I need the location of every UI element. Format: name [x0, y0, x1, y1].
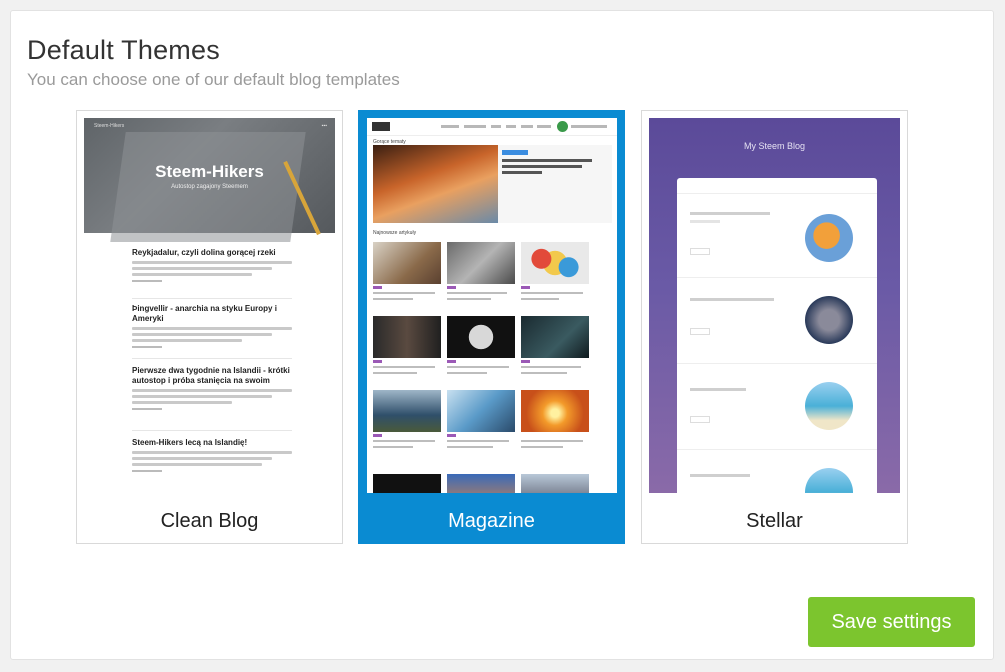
clean-blog-hero: Steem-Hikers ▪▪▪ Steem-Hikers Autostop z… [84, 118, 335, 242]
theme-card-magazine[interactable]: Gorące tematy Najnowsze artykuły Magazin… [358, 110, 625, 544]
stellar-blog-title: My Steem Blog [743, 141, 806, 151]
clean-blog-nav-brand: Steem-Hikers [94, 123, 125, 129]
clean-blog-hero-subtitle: Autostop zagajony Steemem [171, 184, 248, 190]
save-settings-button[interactable]: Save settings [808, 597, 975, 647]
magazine-latest-header: Najnowsze artykuły [373, 230, 417, 236]
magazine-preview: Gorące tematy Najnowsze artykuły [367, 118, 617, 493]
magazine-logo [372, 122, 390, 131]
clean-blog-post: Steem-Hikers lecą na Islandię! [132, 438, 292, 472]
clean-blog-post: Þingvellir - anarchia na styku Europy i … [132, 304, 292, 348]
section-title: Default Themes [27, 35, 220, 65]
magazine-hero-image [373, 145, 498, 223]
magazine-nav [367, 118, 617, 136]
theme-card-stellar[interactable]: My Steem Blog Stellar [641, 110, 908, 544]
magazine-avatar [557, 121, 568, 132]
stellar-preview: My Steem Blog [649, 118, 900, 493]
theme-card-clean-blog[interactable]: Steem-Hikers ▪▪▪ Steem-Hikers Autostop z… [76, 110, 343, 544]
clean-blog-post: Reykjadalur, czyli dolina gorącej rzeki [132, 248, 292, 282]
section-subtitle: You can choose one of our default blog t… [27, 70, 400, 89]
theme-label-clean-blog: Clean Blog [160, 510, 259, 532]
clean-blog-post: Pierwsze dwa tygodnie na Islandii - krót… [132, 366, 292, 410]
clean-blog-nav-menu: ▪▪▪ [321, 123, 327, 129]
clean-blog-preview: Steem-Hikers ▪▪▪ Steem-Hikers Autostop z… [84, 118, 335, 493]
clean-blog-hero-title: Steem-Hikers [155, 162, 264, 181]
theme-label-magazine: Magazine [448, 510, 535, 532]
theme-label-stellar: Stellar [746, 510, 803, 532]
